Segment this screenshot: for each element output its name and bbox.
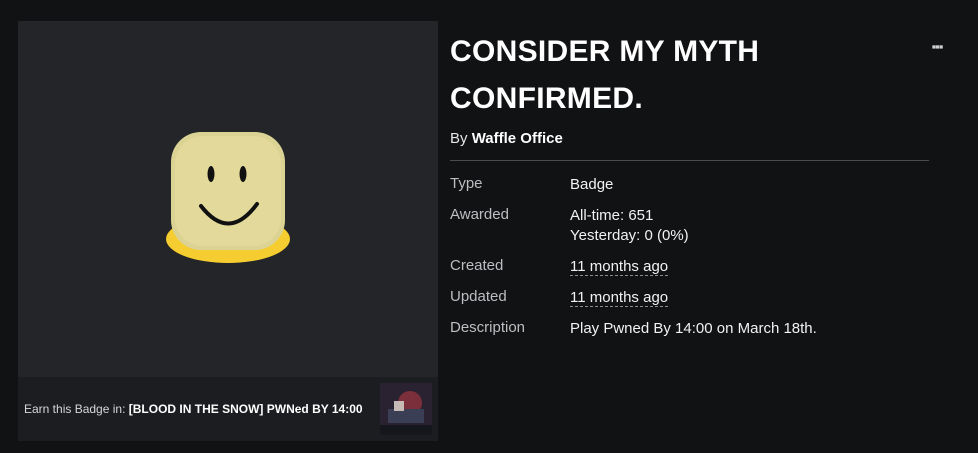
ellipsis-icon: ▪▪▪	[931, 38, 944, 54]
badge-thumbnail-panel: Earn this Badge in: [BLOOD IN THE SNOW] …	[18, 21, 438, 441]
awarded-alltime: All-time: 651	[570, 207, 654, 224]
type-label: Type	[450, 175, 483, 192]
earn-game-link[interactable]: [BLOOD IN THE SNOW] PWNed BY 14:00	[129, 402, 363, 416]
earn-badge-text: Earn this Badge in: [BLOOD IN THE SNOW] …	[24, 402, 363, 416]
creator-line: By Waffle Office	[450, 130, 930, 147]
created-value: 11 months ago	[570, 257, 669, 277]
updated-label: Updated	[450, 288, 507, 305]
awarded-label: Awarded	[450, 206, 509, 223]
creator-prefix: By	[450, 130, 468, 147]
created-label: Created	[450, 257, 504, 274]
description-value: Play Pwned By 14:00 on March 18th.	[570, 320, 817, 337]
description-label: Description	[450, 319, 526, 336]
updated-date[interactable]: 11 months ago	[570, 289, 669, 307]
game-thumbnail[interactable]	[380, 383, 432, 435]
info-table: Type Badge Awarded All-time: 651 Yesterd…	[450, 175, 930, 339]
page-title: CONSIDER MY MYTH CONFIRMED.	[450, 35, 760, 115]
info-row-created: Created 11 months ago	[450, 257, 930, 277]
divider	[450, 160, 929, 161]
noob-head-icon	[166, 132, 290, 263]
more-options-button[interactable]: ▪▪▪	[926, 38, 948, 54]
awarded-yesterday: Yesterday: 0 (0%)	[570, 227, 689, 244]
type-value: Badge	[570, 176, 614, 193]
earn-badge-bar: Earn this Badge in: [BLOOD IN THE SNOW] …	[18, 377, 438, 441]
creator-link[interactable]: Waffle Office	[472, 130, 563, 147]
badge-details: CONSIDER MY MYTH CONFIRMED. By Waffle Of…	[450, 28, 930, 350]
info-row-type: Type Badge	[450, 175, 930, 195]
info-row-awarded: Awarded All-time: 651 Yesterday: 0 (0%)	[450, 206, 930, 246]
badge-image	[18, 21, 438, 377]
earn-prefix: Earn this Badge in:	[24, 402, 126, 416]
created-date[interactable]: 11 months ago	[570, 258, 669, 276]
info-row-updated: Updated 11 months ago	[450, 288, 930, 308]
awarded-value: All-time: 651 Yesterday: 0 (0%)	[570, 206, 689, 246]
info-row-description: Description Play Pwned By 14:00 on March…	[450, 319, 930, 339]
updated-value: 11 months ago	[570, 288, 669, 308]
